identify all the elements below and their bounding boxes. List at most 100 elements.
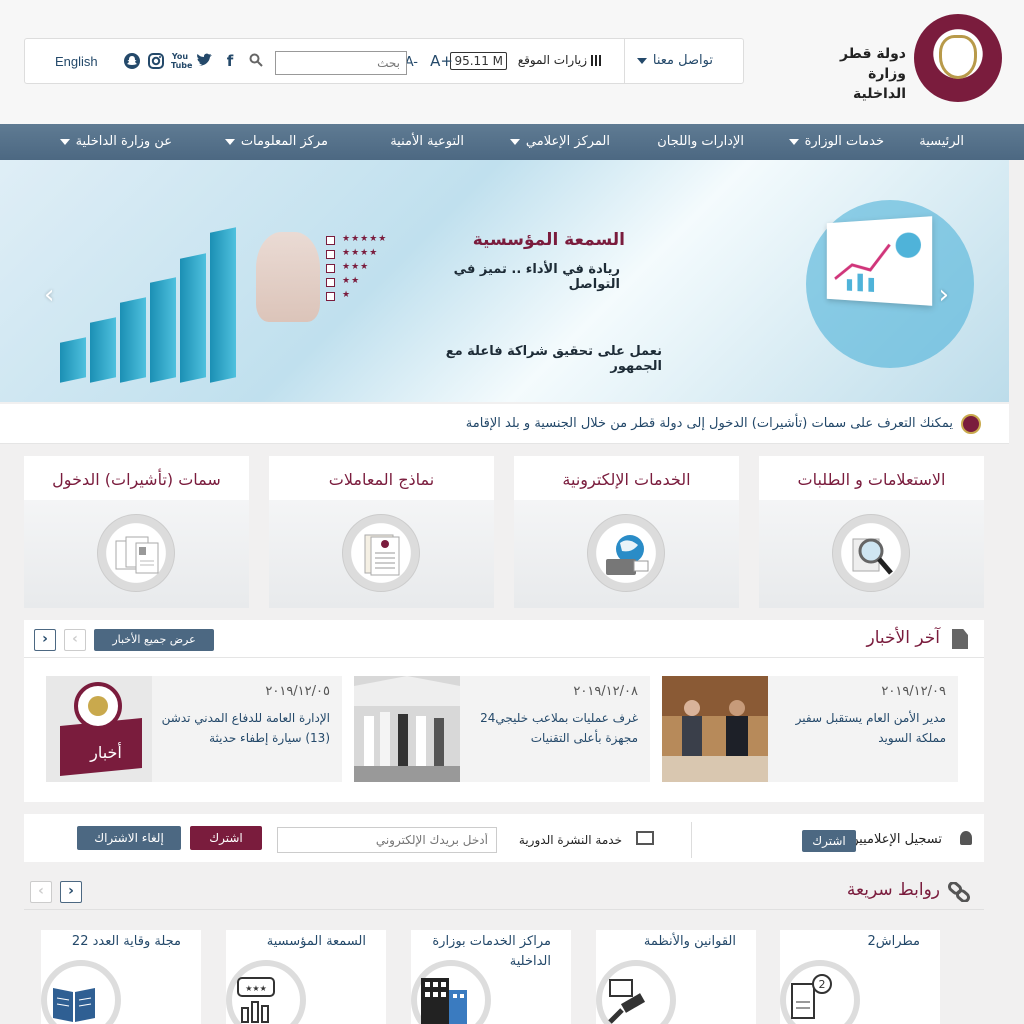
chart-bar-graphic <box>90 317 116 383</box>
banner-prev-arrow-icon[interactable]: ‹ <box>44 280 54 310</box>
service-card-body <box>24 500 249 608</box>
service-card-eservices[interactable]: الخدمات الإلكترونية <box>514 456 739 608</box>
nav-item-security-awareness[interactable]: التوعية الأمنية <box>390 134 464 149</box>
subscription-bar: تسجيل الإعلاميين : اشترك خدمة النشرة الد… <box>24 814 984 862</box>
news-item[interactable]: ٢٠١٩/١٢/٠٨ غرف عمليات بملاعب خليجي24 مجه… <box>354 676 650 782</box>
service-card-forms[interactable]: نماذج المعاملات <box>269 456 494 608</box>
search-icon[interactable] <box>249 53 263 67</box>
nav-label: المركز الإعلامي <box>525 134 610 149</box>
news-item[interactable]: ٢٠١٩/١٢/٠٩ مدير الأمن العام يستقبل سفير … <box>662 676 958 782</box>
font-increase-button[interactable]: A+ <box>430 52 453 70</box>
visits-count: 95.11 M <box>450 52 507 70</box>
nav-item-departments[interactable]: الإدارات واللجان <box>657 134 744 149</box>
nav-item-about-ministry[interactable]: عن وزارة الداخلية <box>59 134 172 149</box>
emblem-shield <box>939 35 977 79</box>
buildings-icon <box>421 978 467 1024</box>
metrash-app-icon: 2 <box>791 974 832 1019</box>
news-ticker: يمكنك التعرف على سمات (تأشيرات) الدخول إ… <box>0 404 1009 444</box>
all-news-button[interactable]: عرض جميع الأخبار <box>94 629 214 651</box>
newsletter-subscribe-button[interactable]: اشترك <box>190 826 262 850</box>
nav-label: التوعية الأمنية <box>390 134 464 149</box>
chart-bar-graphic <box>120 297 146 383</box>
quick-links-header: روابط سريعة ‹ › <box>24 872 984 910</box>
media-subscribe-button[interactable]: اشترك <box>802 830 856 852</box>
document-icon <box>952 629 968 649</box>
quick-link-item[interactable]: مراكز الخدمات بوزارة الداخلية <box>411 930 571 1024</box>
stars-icon: ★ <box>342 290 352 300</box>
quick-links-next-button[interactable]: › <box>60 881 82 903</box>
news-prev-button[interactable]: ‹ <box>64 629 86 651</box>
magnifier-icon <box>832 514 910 592</box>
nav-item-information-center[interactable]: مركز المعلومات <box>224 134 328 149</box>
social-links: f You Tube <box>123 51 243 73</box>
service-card-title: الخدمات الإلكترونية <box>562 470 691 489</box>
snapchat-icon[interactable] <box>123 51 141 71</box>
quick-link-item[interactable]: مجلة وقاية العدد 22 <box>41 930 201 1024</box>
forms-icon <box>364 534 400 576</box>
qatar-emblem-icon <box>914 14 1002 102</box>
main-navigation: الرئيسية خدمات الوزارة الإدارات واللجان … <box>0 124 1024 160</box>
instagram-icon[interactable] <box>147 51 165 71</box>
chart-bar-graphic <box>180 253 206 383</box>
divider <box>624 39 625 83</box>
facebook-icon[interactable]: f <box>221 51 239 71</box>
user-icon <box>960 831 972 845</box>
news-badge-image: أخبار <box>46 676 152 782</box>
news-next-button[interactable]: › <box>34 629 56 651</box>
nav-item-ministry-services[interactable]: خدمات الوزارة <box>788 134 884 149</box>
banner-tagline: نعمل على تحقيق شراكة فاعلة مع الجمهور <box>445 344 662 374</box>
news-headline[interactable]: مدير الأمن العام يستقبل سفير مملكة السوي… <box>768 708 946 748</box>
utility-bar: تواصل معنا زيارات الموقع 95.11 M A- A+ f… <box>24 38 744 84</box>
stars-icon: ★★★★★ <box>342 234 388 244</box>
contact-dropdown[interactable]: تواصل معنا <box>636 53 713 68</box>
news-section-title: آخر الأخبار <box>866 628 940 648</box>
newsletter-email-input[interactable] <box>277 827 497 853</box>
newsletter-unsubscribe-button[interactable]: إلغاء الاشتراك <box>77 826 181 850</box>
visa-documents-icon <box>97 514 175 592</box>
stars-icon: ★★★★ <box>342 248 379 258</box>
news-headline[interactable]: الإدارة العامة للدفاع المدني تدشن (13) س… <box>152 708 330 748</box>
twitter-icon[interactable] <box>195 51 213 71</box>
service-card-inquiries[interactable]: الاستعلامات و الطلبات <box>759 456 984 608</box>
news-photo-meeting <box>662 676 768 782</box>
nav-item-home[interactable]: الرئيسية <box>919 134 964 149</box>
checkbox-icon <box>326 236 335 245</box>
chevron-down-icon <box>509 138 520 145</box>
site-logo[interactable]: دولة قطر وزارة الداخلية <box>822 14 1002 104</box>
nav-item-media-center[interactable]: المركز الإعلامي <box>509 134 610 149</box>
checkbox-icon <box>326 264 335 273</box>
language-switch-link[interactable]: English <box>55 54 98 69</box>
news-date: ٢٠١٩/١٢/٠٩ <box>881 684 946 699</box>
service-card-visas[interactable]: سمات (تأشيرات) الدخول <box>24 456 249 608</box>
hero-banner: ★★★★★ ★★★★ ★★★ ★★ ★ السمعة المؤسسية رياد… <box>0 160 1009 402</box>
magnifier-icon <box>852 538 893 575</box>
news-item[interactable]: أخبار ٢٠١٩/١٢/٠٥ الإدارة العامة للدفاع ا… <box>46 676 342 782</box>
quick-link-item[interactable]: السمعة المؤسسية ★★★ <box>226 930 386 1024</box>
quick-links-prev-button[interactable]: ‹ <box>30 881 52 903</box>
contact-label: تواصل معنا <box>652 53 713 68</box>
logo-text: دولة قطر وزارة الداخلية <box>822 44 906 104</box>
youtube-text: You Tube <box>171 52 193 70</box>
nav-label: الرئيسية <box>919 134 964 149</box>
banner-next-arrow-icon[interactable]: › <box>939 280 949 310</box>
quick-link-item[interactable]: مطراش2 2 <box>780 930 940 1024</box>
youtube-icon[interactable]: You Tube <box>171 51 193 71</box>
chevron-down-icon <box>224 138 235 145</box>
svg-text:★★★: ★★★ <box>245 984 267 993</box>
quick-link-item[interactable]: القوانين والأنظمة <box>596 930 756 1024</box>
globe-laptop-icon <box>606 535 649 575</box>
news-header: آخر الأخبار عرض جميع الأخبار ‹ › <box>24 620 984 658</box>
nav-label: الإدارات واللجان <box>657 134 744 149</box>
ticker-link[interactable]: يمكنك التعرف على سمات (تأشيرات) الدخول إ… <box>466 416 953 431</box>
quick-links-title: روابط سريعة <box>846 880 940 900</box>
visa-documents-icon <box>115 536 159 574</box>
stars-icon: ★★ <box>342 276 361 286</box>
newsletter-label: خدمة النشرة الدورية <box>518 833 622 847</box>
link-chain-icon <box>948 882 970 902</box>
news-headline[interactable]: غرف عمليات بملاعب خليجي24 مجهزة بأعلى ال… <box>460 708 638 748</box>
quick-link-label: مطراش2 <box>867 934 920 949</box>
search-input[interactable] <box>275 51 407 75</box>
visits-label: زيارات الموقع <box>517 53 587 67</box>
chevron-down-icon <box>788 138 799 145</box>
service-card-title: نماذج المعاملات <box>328 470 435 489</box>
